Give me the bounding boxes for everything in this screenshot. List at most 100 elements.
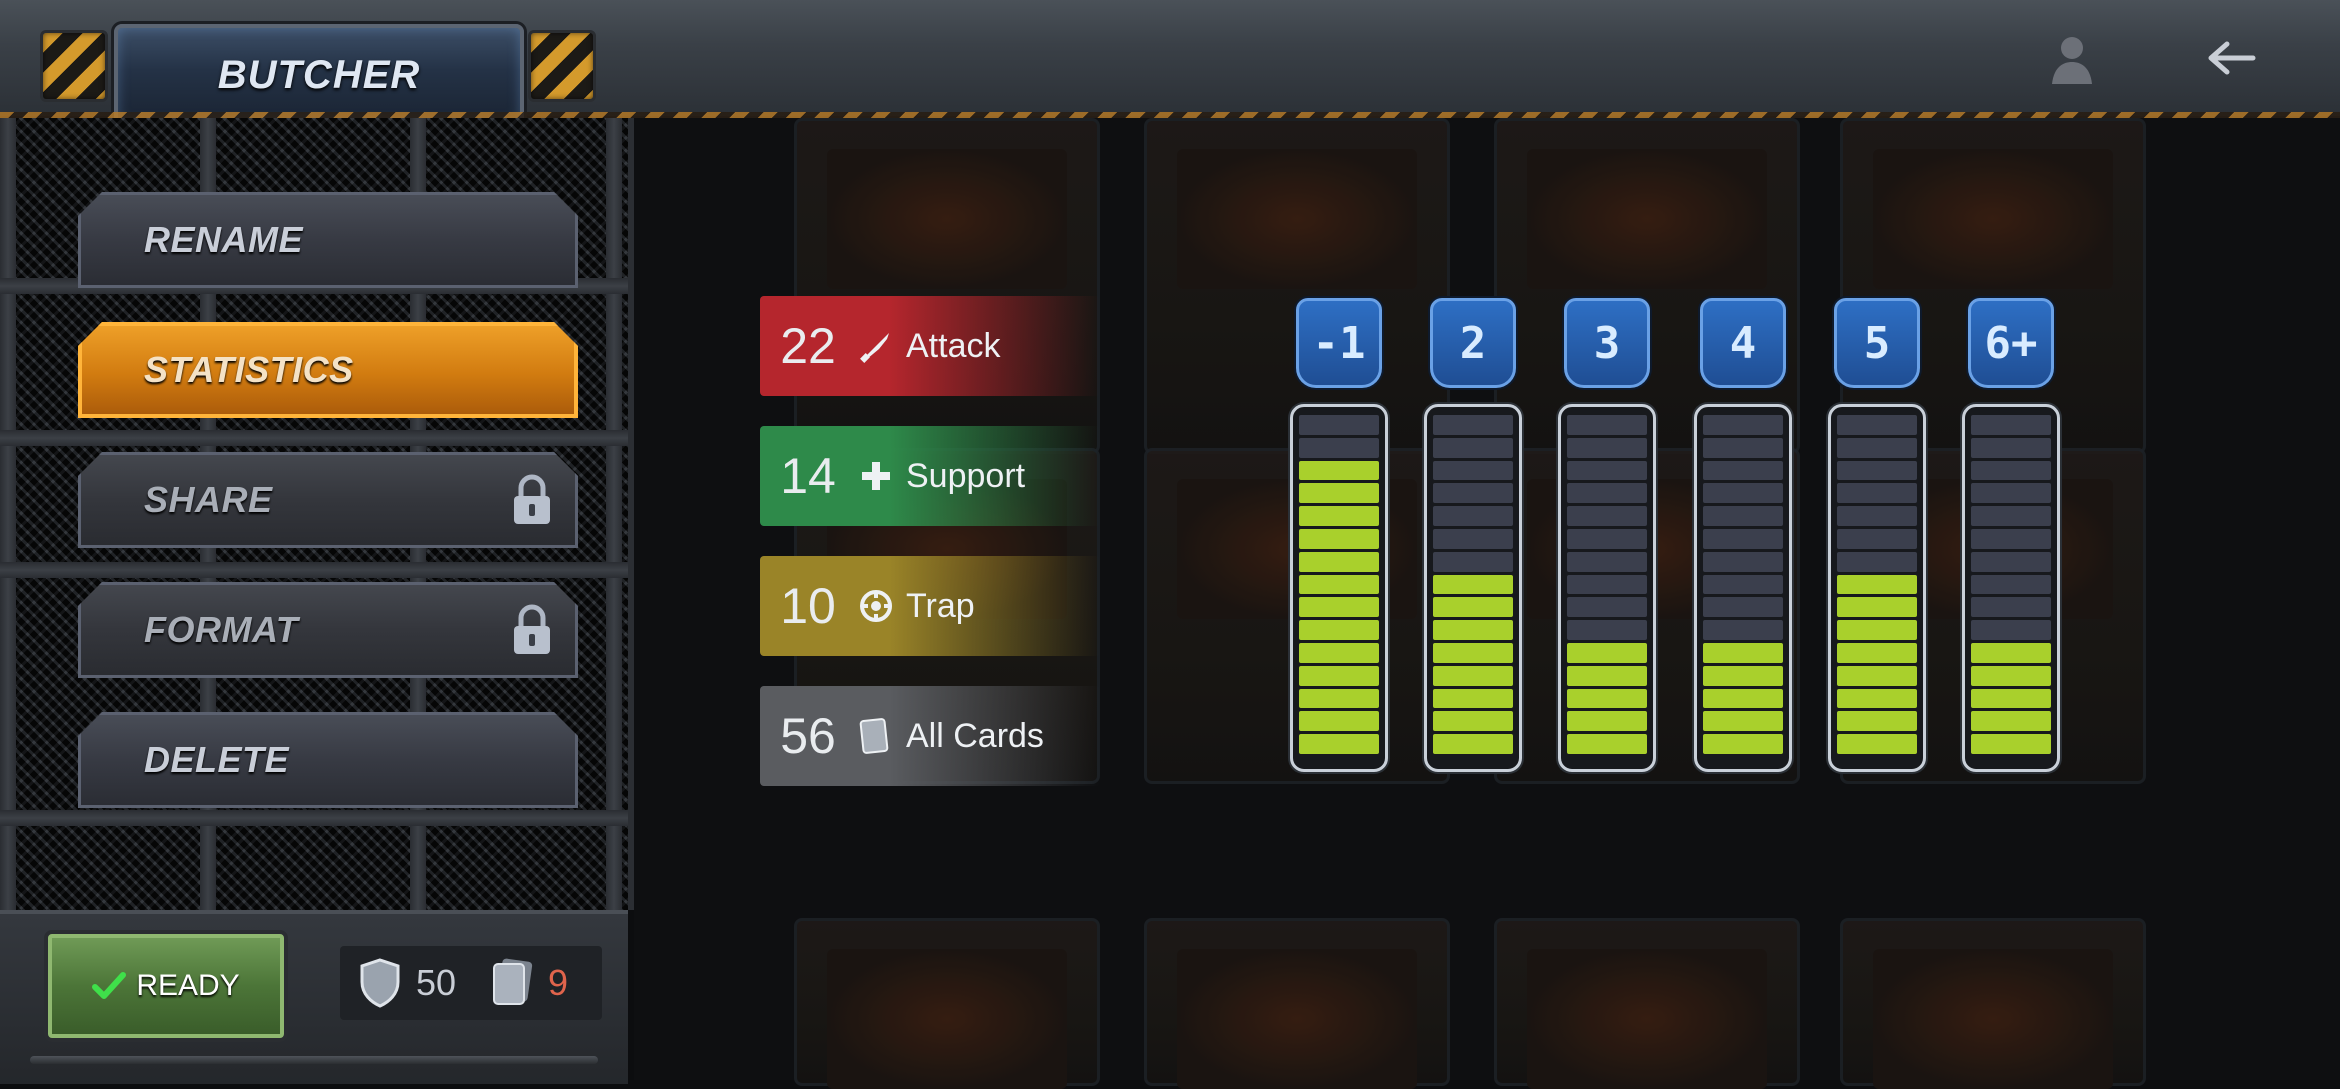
meter-segment-filled <box>1567 711 1647 732</box>
share-label: SHARE <box>144 479 273 520</box>
meter-segment-empty <box>1567 437 1647 458</box>
meter-segment-filled <box>1971 688 2051 709</box>
cost-meter <box>1962 404 2060 772</box>
meter-segment-empty <box>1971 620 2051 640</box>
meter-segment-filled <box>1299 574 1379 595</box>
meter-segment-filled <box>1433 665 1513 686</box>
meter-segment-filled <box>1837 643 1917 663</box>
meter-segment-empty <box>1567 415 1647 435</box>
meter-segment-empty <box>1433 460 1513 481</box>
shield-icon <box>360 958 400 1008</box>
meter-segment-empty <box>1703 506 1783 526</box>
cost-badge: 6+ <box>1968 298 2054 388</box>
panel-frame <box>0 430 628 446</box>
meter-segment-empty <box>1703 415 1783 435</box>
rename-button[interactable]: RENAME <box>78 192 578 288</box>
shield-count: 50 <box>416 962 457 1003</box>
card-icon <box>493 958 533 1005</box>
meter-segment-filled <box>1299 643 1379 663</box>
meter-segment-empty <box>1703 437 1783 458</box>
meter-segment-empty <box>1703 574 1783 595</box>
meter-segment-filled <box>1433 574 1513 595</box>
meter-segment-empty <box>1433 437 1513 458</box>
cost-badge: -1 <box>1296 298 1382 388</box>
attack-label: Attack <box>906 326 1001 365</box>
ready-button[interactable]: READY <box>48 934 284 1038</box>
meter-segment-empty <box>1703 460 1783 481</box>
meter-segment-filled <box>1299 483 1379 504</box>
deck-footer: READY 50 9 <box>0 910 628 1084</box>
profile-button[interactable] <box>2044 30 2100 86</box>
meter-segment-empty <box>1971 460 2051 481</box>
stat-row-attack: 22 Attack <box>760 296 1100 396</box>
panel-frame <box>606 118 622 910</box>
meter-segment-empty <box>1567 551 1647 572</box>
bullet-icon <box>856 326 896 366</box>
meter-segment-filled <box>1567 665 1647 686</box>
meter-segment-filled <box>1433 734 1513 754</box>
hazard-stripe-left <box>40 30 108 102</box>
meter-segment-filled <box>1299 711 1379 732</box>
meter-segment-filled <box>1837 711 1917 732</box>
support-label: Support <box>906 456 1026 495</box>
meter-segment-empty <box>1837 506 1917 526</box>
meter-segment-filled <box>1433 711 1513 732</box>
meter-segment-filled <box>1299 460 1379 481</box>
hazard-stripe-right <box>528 30 596 102</box>
meter-segment-empty <box>1837 415 1917 435</box>
meter-segment-filled <box>1433 688 1513 709</box>
meter-segment-filled <box>1703 734 1783 754</box>
meter-segment-filled <box>1299 734 1379 754</box>
meter-segment-filled <box>1971 734 2051 754</box>
meter-segment-filled <box>1299 620 1379 640</box>
delete-button[interactable]: DELETE <box>78 712 578 808</box>
meter-segment-empty <box>1703 551 1783 572</box>
lock-icon <box>510 474 554 526</box>
back-arrow-icon <box>2208 41 2256 75</box>
meter-segment-empty <box>1433 415 1513 435</box>
meter-segment-filled <box>1837 734 1917 754</box>
meter-segment-filled <box>1837 665 1917 686</box>
meter-segment-empty <box>1971 415 2051 435</box>
stat-row-support: 14 Support <box>760 426 1100 526</box>
stat-row-all-cards: 56 All Cards <box>760 686 1100 786</box>
meter-segment-empty <box>1567 597 1647 618</box>
delete-label: DELETE <box>144 739 290 780</box>
meter-segment-empty <box>1433 529 1513 549</box>
meter-segment-empty <box>1299 437 1379 458</box>
meter-segment-empty <box>1567 574 1647 595</box>
background-card <box>794 118 1100 454</box>
meter-segment-filled <box>1567 734 1647 754</box>
meter-segment-filled <box>1837 597 1917 618</box>
background-card <box>1144 118 1450 454</box>
meter-segment-empty <box>1567 460 1647 481</box>
lock-icon <box>510 604 554 656</box>
card-count: 9 <box>548 962 569 1003</box>
meter-segment-empty <box>1567 506 1647 526</box>
meter-segment-empty <box>1703 529 1783 549</box>
meter-segment-filled <box>1299 665 1379 686</box>
meter-segment-filled <box>1299 688 1379 709</box>
meter-segment-empty <box>1971 483 2051 504</box>
meter-segment-filled <box>1837 574 1917 595</box>
meter-segment-filled <box>1837 688 1917 709</box>
meter-segment-empty <box>1703 620 1783 640</box>
meter-segment-empty <box>1837 460 1917 481</box>
meter-segment-filled <box>1703 643 1783 663</box>
meter-segment-empty <box>1971 597 2051 618</box>
format-label: FORMAT <box>144 609 299 650</box>
bottom-rail <box>30 1056 598 1064</box>
panel-frame <box>0 562 628 578</box>
stat-row-trap: 10 Trap <box>760 556 1100 656</box>
back-button[interactable] <box>2202 30 2262 86</box>
format-button[interactable]: FORMAT <box>78 582 578 678</box>
cards-icon <box>856 716 896 756</box>
all-cards-label: All Cards <box>906 716 1044 755</box>
share-button[interactable]: SHARE <box>78 452 578 548</box>
plus-icon <box>856 456 896 496</box>
meter-segment-filled <box>1971 643 2051 663</box>
meter-segment-filled <box>1971 665 2051 686</box>
panel-frame <box>0 118 16 910</box>
cost-meter <box>1694 404 1792 772</box>
statistics-button[interactable]: STATISTICS <box>78 322 578 418</box>
